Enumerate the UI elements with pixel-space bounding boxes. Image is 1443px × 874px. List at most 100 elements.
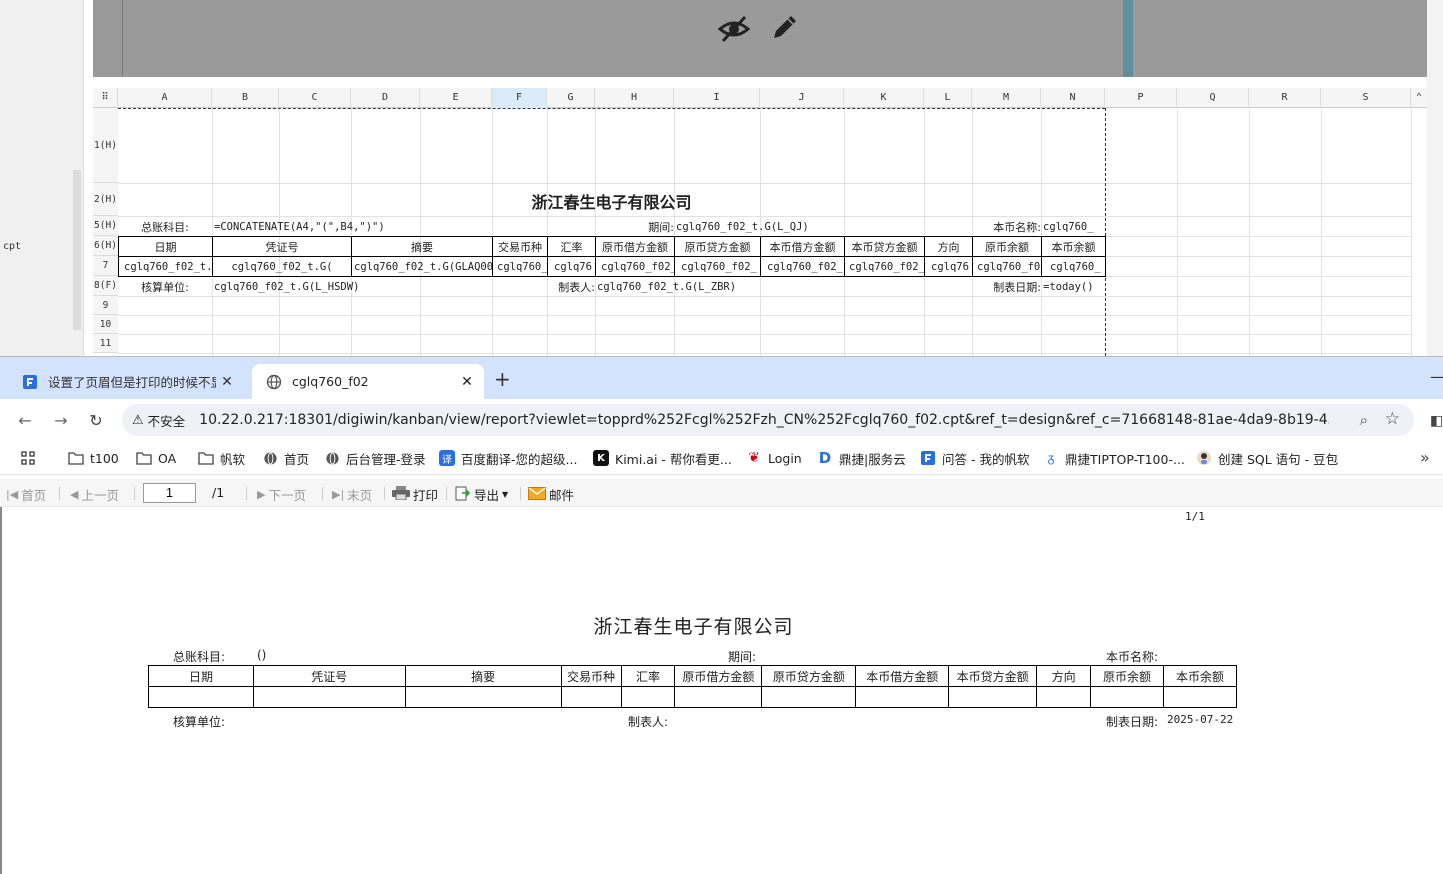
designer-data-summary[interactable]: cglq760_f02_t.G(GLAQ001 — [351, 256, 493, 277]
row-header-1[interactable]: 1(H) — [93, 108, 118, 183]
column-header-a[interactable]: A — [118, 88, 212, 108]
designer-period-formula[interactable]: cglq760_f02_t.G(L_QJ) — [676, 217, 842, 236]
bookmark-fanruan-qa[interactable]: 问答 - 我的帆软 — [920, 449, 1029, 467]
tab-inactive[interactable]: 设置了页眉但是打印的时候不显 ✕ — [8, 364, 244, 399]
column-header-p[interactable]: P — [1105, 88, 1177, 108]
bookmark-fanruan[interactable]: 帆软 — [198, 449, 245, 467]
designer-data-local-balance[interactable]: cglq760_ — [1041, 256, 1106, 277]
designer-data-orig-balance[interactable]: cglq760_f0 — [972, 256, 1042, 277]
first-page-button[interactable]: |◀ 首页 — [6, 485, 46, 504]
page-number-input[interactable] — [143, 483, 196, 503]
more-bookmarks-icon[interactable]: » — [1420, 448, 1430, 467]
designer-header-voucher[interactable]: 凭证号 — [212, 236, 352, 257]
designer-date-formula[interactable]: =today() — [1043, 277, 1105, 296]
designer-data-voucher[interactable]: cglq760_f02_t.G( — [212, 256, 352, 277]
row-header-7[interactable]: 7 — [93, 256, 118, 276]
select-all-corner[interactable]: ⠿ — [93, 88, 118, 108]
column-header-q[interactable]: Q — [1177, 88, 1249, 108]
designer-header-date[interactable]: 日期 — [118, 236, 213, 257]
row-header-9[interactable]: 9 — [93, 296, 118, 315]
designer-header-orig-balance[interactable]: 原币余额 — [972, 236, 1042, 257]
designer-header-local-balance[interactable]: 本币余额 — [1041, 236, 1106, 257]
designer-currency-formula[interactable]: cglq760_ — [1043, 217, 1105, 236]
designer-period-label[interactable]: 期间: — [595, 217, 674, 236]
bookmark-kimi[interactable]: K Kimi.ai - 帮你看更... — [593, 449, 732, 467]
scroll-up-icon[interactable]: ⌃ — [1411, 88, 1427, 108]
forward-icon[interactable]: → — [50, 409, 72, 431]
designer-data-orig-credit[interactable]: cglq760_f02_ — [674, 256, 761, 277]
designer-currency-label[interactable]: 本币名称: — [972, 217, 1041, 236]
header-band-marker[interactable] — [1123, 0, 1133, 77]
tab-active[interactable]: cglq760_f02 ✕ — [252, 364, 484, 399]
pencil-icon[interactable] — [768, 10, 802, 44]
mail-button[interactable]: 邮件 — [528, 485, 574, 504]
column-header-e[interactable]: E — [420, 88, 492, 108]
designer-data-currency[interactable]: cglq760_ — [492, 256, 548, 277]
address-bar[interactable]: ⚠ 不安全 10.22.0.217:18301/digiwin/kanban/v… — [122, 404, 1414, 436]
bookmark-oa[interactable]: OA — [136, 449, 176, 467]
column-header-k[interactable]: K — [844, 88, 924, 108]
column-header-m[interactable]: M — [972, 88, 1041, 108]
spreadsheet-grid[interactable]: ⠿ A B C D E F G H I J K L M N P Q R S ⌃ … — [93, 88, 1427, 356]
designer-header-summary[interactable]: 摘要 — [351, 236, 493, 257]
new-tab-icon[interactable]: + — [494, 367, 511, 391]
row-header-8[interactable]: 8(F) — [93, 276, 118, 296]
designer-account-formula[interactable]: =CONCATENATE(A4,"(",B4,")") — [214, 217, 594, 236]
bookmark-admin-login[interactable]: 后台管理-登录 — [324, 449, 426, 467]
export-button[interactable]: 导出 ▼ — [455, 485, 508, 504]
row-header-11[interactable]: 11 — [93, 334, 118, 353]
row-header-6[interactable]: 6(H) — [93, 236, 118, 256]
designer-maker-formula[interactable]: cglq760_f02_t.G(L_ZBR) — [597, 277, 837, 296]
row-header-2[interactable]: 2(H) — [93, 183, 118, 216]
tab-close-icon[interactable]: ✕ — [216, 374, 238, 390]
extensions-icon[interactable]: ◧ — [1430, 413, 1443, 429]
bookmark-t100[interactable]: t100 — [68, 449, 119, 467]
designer-company-title[interactable]: 浙江春生电子有限公司 — [118, 188, 1105, 214]
column-header-h[interactable]: H — [595, 88, 674, 108]
bookmark-star-icon[interactable]: ☆ — [1385, 409, 1400, 429]
designer-date-label[interactable]: 制表日期: — [972, 277, 1041, 296]
designer-unit-label[interactable]: 核算单位: — [118, 277, 212, 296]
designer-data-direction[interactable]: cglq76 — [924, 256, 973, 277]
bookmark-tiptop[interactable]: ᵹ 鼎捷TIPTOP-T100-... — [1043, 449, 1185, 467]
column-header-b[interactable]: B — [212, 88, 279, 108]
designer-data-local-debit[interactable]: cglq760_f02_ — [760, 256, 845, 277]
left-panel-scrollbar[interactable] — [73, 170, 81, 330]
print-button[interactable]: 打印 — [392, 485, 438, 504]
column-header-l[interactable]: L — [924, 88, 972, 108]
minimize-icon[interactable]: — — [1430, 367, 1443, 386]
column-header-g[interactable]: G — [547, 88, 595, 108]
designer-data-local-credit[interactable]: cglq760_f02_ — [844, 256, 925, 277]
designer-header-direction[interactable]: 方向 — [924, 236, 973, 257]
column-header-s[interactable]: S — [1321, 88, 1411, 108]
designer-data-date[interactable]: cglq760_f02_t. — [118, 256, 213, 277]
designer-header-orig-credit[interactable]: 原币贷方金额 — [674, 236, 761, 257]
security-indicator[interactable]: ⚠ 不安全 — [132, 411, 185, 430]
column-header-c[interactable]: C — [279, 88, 351, 108]
apps-icon[interactable] — [20, 449, 36, 467]
row-header-5[interactable]: 5(H) — [93, 216, 118, 236]
back-icon[interactable]: ← — [14, 409, 36, 431]
column-header-n[interactable]: N — [1041, 88, 1105, 108]
last-page-button[interactable]: ▶| 末页 — [332, 485, 372, 504]
column-header-r[interactable]: R — [1249, 88, 1321, 108]
designer-header-rate[interactable]: 汇率 — [547, 236, 596, 257]
tab-close-icon[interactable]: ✕ — [456, 374, 478, 390]
designer-data-rate[interactable]: cglq76 — [547, 256, 596, 277]
bookmark-home[interactable]: 首页 — [262, 449, 309, 467]
designer-account-label[interactable]: 总账科目: — [118, 217, 212, 236]
prev-page-button[interactable]: ◀ 上一页 — [70, 485, 119, 504]
url-text[interactable]: 10.22.0.217:18301/digiwin/kanban/view/re… — [199, 412, 1329, 428]
next-page-button[interactable]: ▶ 下一页 — [257, 485, 306, 504]
designer-header-orig-debit[interactable]: 原币借方金额 — [595, 236, 675, 257]
column-header-d[interactable]: D — [351, 88, 420, 108]
bookmark-baidu-translate[interactable]: 译 百度翻译-您的超级... — [439, 449, 577, 467]
designer-header-local-debit[interactable]: 本币借方金额 — [760, 236, 845, 257]
bookmark-login[interactable]: ❦ Login — [746, 449, 802, 467]
designer-data-orig-debit[interactable]: cglq760_f02_ — [595, 256, 675, 277]
eye-hidden-icon[interactable] — [717, 12, 751, 46]
designer-maker-label[interactable]: 制表人: — [547, 277, 595, 296]
zoom-icon[interactable]: ⌕ — [1360, 411, 1368, 429]
column-header-f[interactable]: F — [492, 88, 547, 108]
designer-unit-formula[interactable]: cglq760_f02_t.G(L_HSDW) — [214, 277, 544, 296]
